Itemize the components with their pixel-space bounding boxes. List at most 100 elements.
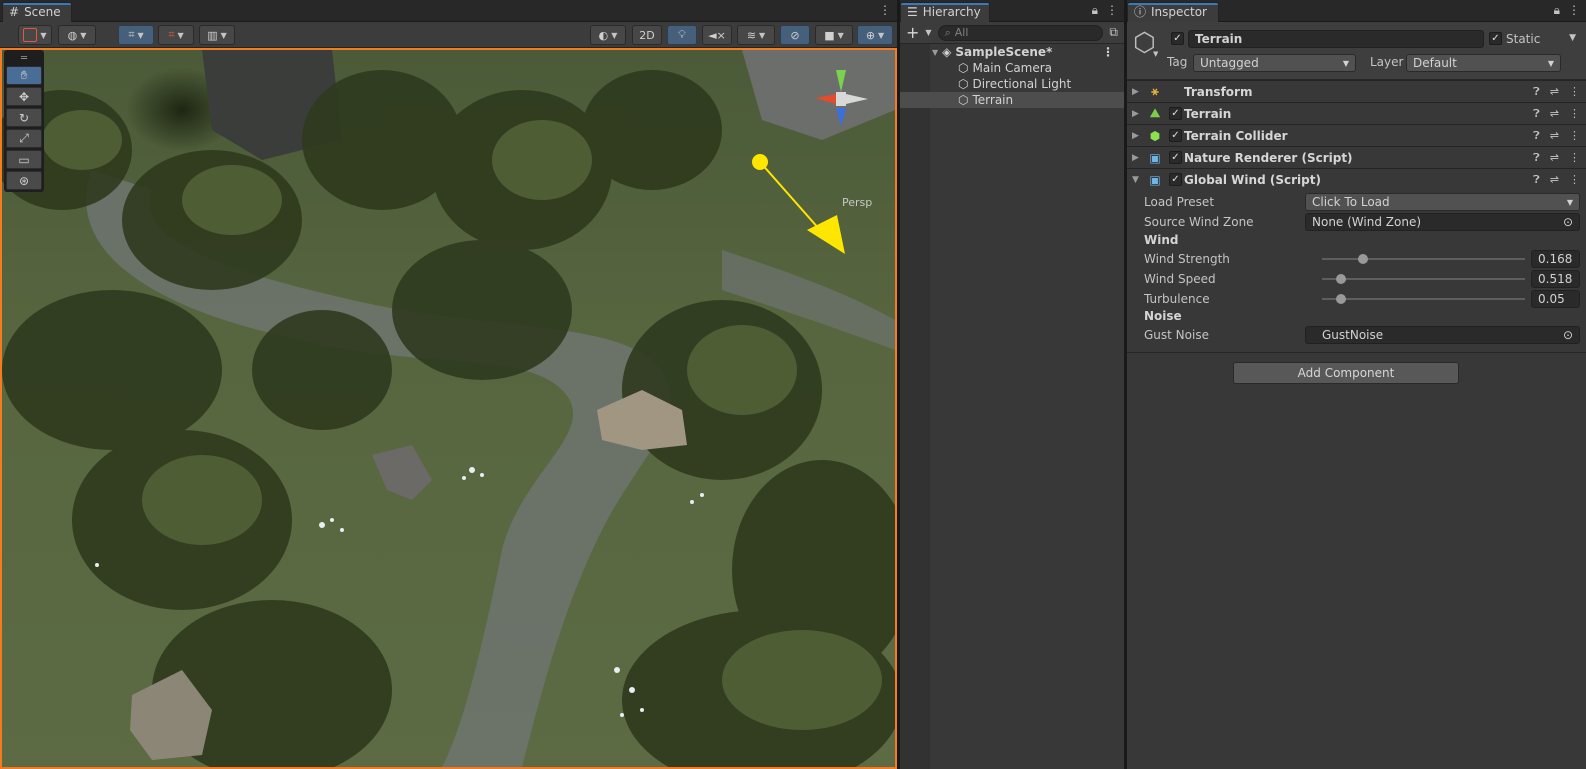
- object-name-field[interactable]: Terrain: [1188, 30, 1484, 48]
- presets-icon[interactable]: ⇌: [1550, 129, 1559, 143]
- component-actions: ❓︎ ⇌ ⋮: [1533, 151, 1580, 165]
- component-enabled-checkbox[interactable]: ✓: [1169, 151, 1182, 164]
- mode-2d-button[interactable]: 2D: [632, 25, 662, 45]
- hierarchy-tabbar: ☰ Hierarchy 🔒︎ ⋮: [900, 0, 1124, 22]
- list-item-selected[interactable]: ⬡ Terrain: [900, 92, 1124, 108]
- chevron-right-icon[interactable]: ▶: [1132, 87, 1139, 97]
- turbulence-slider-knob[interactable]: [1336, 294, 1346, 304]
- camera-settings-button[interactable]: ■ ▼: [815, 25, 853, 45]
- object-picker-icon[interactable]: ⊙: [1563, 328, 1573, 342]
- add-component-button[interactable]: Add Component: [1233, 362, 1459, 384]
- wind-strength-input[interactable]: 0.168: [1531, 250, 1580, 268]
- audio-mute-icon: ◄×: [708, 28, 726, 42]
- more-options-icon[interactable]: ⋮: [1102, 45, 1114, 59]
- effects-button[interactable]: ≋ ▼: [737, 25, 775, 45]
- object-picker-icon[interactable]: ⊙: [1563, 215, 1573, 229]
- presets-icon[interactable]: ⇌: [1550, 173, 1559, 187]
- tab-hierarchy[interactable]: ☰ Hierarchy: [900, 2, 990, 22]
- lightbulb-icon: 💡︎: [678, 28, 686, 41]
- global-toggle-button[interactable]: ◍ ▼: [58, 25, 96, 45]
- hand-tool-icon[interactable]: ✋︎: [6, 66, 42, 85]
- help-icon[interactable]: ❓︎: [1533, 173, 1540, 187]
- lock-icon[interactable]: 🔒︎: [1092, 3, 1098, 18]
- active-checkbox[interactable]: ✓: [1171, 32, 1184, 45]
- turbulence-slider[interactable]: [1322, 294, 1525, 304]
- list-item[interactable]: ⬡ Main Camera: [900, 60, 1124, 76]
- draw-mode-button[interactable]: ▼: [18, 25, 52, 45]
- presets-icon[interactable]: ⇌: [1550, 151, 1559, 165]
- chevron-down-icon[interactable]: ▼: [925, 28, 931, 37]
- scene-root-row[interactable]: ▼ ◈ SampleScene* ⋮: [900, 44, 1124, 60]
- lighting-toggle-button[interactable]: 💡︎: [667, 25, 697, 45]
- component-global-wind[interactable]: ▼ ▣ ✓ Global Wind (Script) ❓︎ ⇌ ⋮: [1127, 168, 1586, 190]
- wind-strength-slider-knob[interactable]: [1358, 254, 1368, 264]
- wind-speed-input[interactable]: 0.518: [1531, 270, 1580, 288]
- source-wind-zone-field[interactable]: None (Wind Zone) ⊙: [1305, 213, 1580, 231]
- static-dropdown-icon[interactable]: ▼: [1569, 33, 1576, 43]
- presets-icon[interactable]: ⇌: [1550, 85, 1559, 99]
- component-terrain[interactable]: ▶ ⛰ ✓ Terrain ❓︎ ⇌ ⋮: [1127, 102, 1586, 124]
- toolstrip-grip-icon[interactable]: ═: [6, 52, 42, 64]
- view-perspective-label[interactable]: Persp: [842, 196, 872, 209]
- gameobject-cube-icon: ⬡: [958, 93, 969, 107]
- turbulence-input[interactable]: 0.05: [1531, 290, 1580, 308]
- chevron-right-icon[interactable]: ▶: [1132, 131, 1139, 141]
- grid-snap-icon: ⌗: [128, 28, 135, 41]
- tag-dropdown[interactable]: Untagged ▼: [1193, 54, 1356, 72]
- layer-dropdown[interactable]: Default ▼: [1406, 54, 1561, 72]
- shading-mode-button[interactable]: ◐ ▼: [590, 25, 626, 45]
- help-icon[interactable]: ❓︎: [1533, 85, 1540, 99]
- help-icon[interactable]: ❓︎: [1533, 107, 1540, 121]
- help-icon[interactable]: ❓︎: [1533, 129, 1540, 143]
- add-icon[interactable]: +: [906, 23, 919, 42]
- list-item[interactable]: ⬡ Directional Light: [900, 76, 1124, 92]
- component-enabled-checkbox[interactable]: ✓: [1169, 173, 1182, 186]
- wind-speed-slider-knob[interactable]: [1336, 274, 1346, 284]
- chevron-down-icon[interactable]: ▼: [1132, 175, 1139, 185]
- snap-increment-button[interactable]: ▥ ▼: [199, 25, 235, 45]
- rotate-tool-icon[interactable]: ↻: [6, 108, 42, 127]
- chevron-down-icon[interactable]: ▼: [1153, 50, 1158, 58]
- rect-tool-icon[interactable]: ▭: [6, 150, 42, 169]
- more-options-icon[interactable]: ⋮: [1568, 3, 1580, 18]
- scene-viewport[interactable]: Persp: [0, 48, 897, 769]
- search-options-icon[interactable]: ⧉: [1109, 25, 1118, 40]
- visibility-toggle-button[interactable]: ⊘: [780, 25, 810, 45]
- more-options-icon[interactable]: ⋮: [1569, 173, 1580, 187]
- gizmos-button[interactable]: ⊕ ▼: [857, 25, 893, 45]
- component-enabled-checkbox[interactable]: ✓: [1169, 107, 1182, 120]
- more-options-icon[interactable]: ⋮: [1569, 107, 1580, 121]
- lock-icon[interactable]: 🔒︎: [1554, 3, 1560, 18]
- component-transform[interactable]: ▶ ⚹ Transform ❓︎ ⇌ ⋮: [1127, 80, 1586, 102]
- static-checkbox[interactable]: ✓: [1489, 32, 1502, 45]
- more-options-icon[interactable]: ⋮: [1569, 85, 1580, 99]
- chevron-right-icon[interactable]: ▶: [1132, 153, 1139, 163]
- tab-scene[interactable]: # Scene: [2, 2, 72, 22]
- audio-toggle-button[interactable]: ◄×: [702, 25, 732, 45]
- component-enabled-checkbox[interactable]: ✓: [1169, 129, 1182, 142]
- scale-tool-icon[interactable]: ⤢: [6, 129, 42, 148]
- help-icon[interactable]: ❓︎: [1533, 151, 1540, 165]
- load-preset-dropdown[interactable]: Click To Load ▼: [1305, 193, 1580, 211]
- wind-speed-slider[interactable]: [1322, 274, 1525, 284]
- component-terrain-collider[interactable]: ▶ ⬢ ✓ Terrain Collider ❓︎ ⇌ ⋮: [1127, 124, 1586, 146]
- more-options-icon[interactable]: ⋮: [1569, 151, 1580, 165]
- load-preset-value: Click To Load: [1312, 195, 1390, 209]
- presets-icon[interactable]: ⇌: [1550, 107, 1559, 121]
- tab-scene-label: Scene: [24, 5, 61, 19]
- gust-noise-field[interactable]: GustNoise ⊙: [1305, 326, 1580, 344]
- chevron-right-icon[interactable]: ▶: [1132, 109, 1139, 119]
- move-tool-icon[interactable]: ✥: [6, 87, 42, 106]
- tab-inspector[interactable]: ⓘ Inspector: [1127, 2, 1219, 22]
- gizmo-snap-button[interactable]: ⌗ ▼: [118, 25, 154, 45]
- more-options-icon[interactable]: ⋮: [879, 3, 891, 17]
- more-options-icon[interactable]: ⋮: [1106, 3, 1118, 18]
- wind-strength-slider[interactable]: [1322, 254, 1525, 264]
- chevron-down-icon[interactable]: ▼: [932, 48, 938, 57]
- component-nature-renderer[interactable]: ▶ ▣ ✓ Nature Renderer (Script) ❓︎ ⇌ ⋮: [1127, 146, 1586, 168]
- turbulence-value: 0.05: [1538, 292, 1565, 306]
- grid-toggle-button[interactable]: ⌗ ▼: [158, 25, 194, 45]
- more-options-icon[interactable]: ⋮: [1569, 129, 1580, 143]
- hierarchy-search-input[interactable]: ⌕ All: [937, 24, 1104, 41]
- transform-tool-icon[interactable]: ⊛: [6, 171, 42, 190]
